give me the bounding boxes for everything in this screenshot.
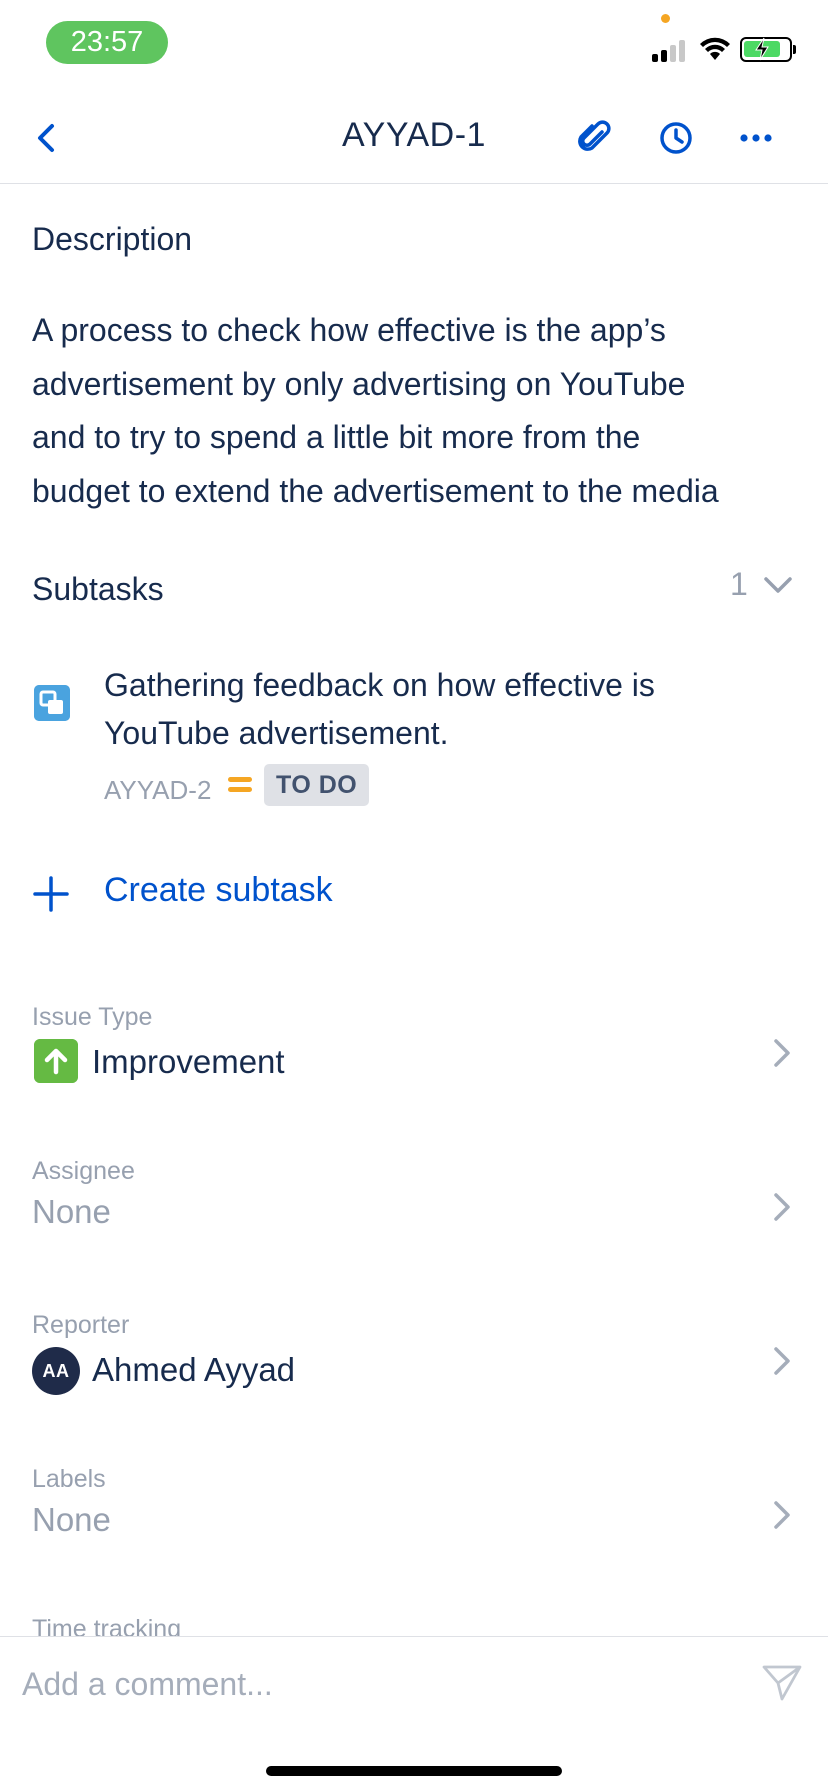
status-bar: 23:57 [0, 0, 828, 92]
wifi-icon [700, 37, 730, 60]
more-options-icon[interactable] [734, 116, 778, 160]
reporter-avatar: AA [32, 1347, 80, 1395]
subtask-status-badge: TO DO [264, 764, 370, 806]
description-text[interactable]: A process to check how effective is the … [32, 304, 802, 518]
reporter-label: Reporter [32, 1311, 130, 1339]
subtask-title: Gathering feedback on how effective is Y… [104, 667, 655, 751]
home-indicator [266, 1766, 562, 1776]
labels-label: Labels [32, 1465, 106, 1493]
subtask-key: AYYAD-2 [104, 775, 212, 805]
subtasks-count: 1 [730, 566, 748, 602]
plus-icon [33, 876, 69, 912]
reporter-value: Ahmed Ayyad [92, 1351, 296, 1388]
status-time: 23:57 [46, 21, 168, 64]
assignee-label: Assignee [32, 1157, 135, 1185]
clock-icon[interactable] [654, 116, 698, 160]
subtask-type-icon [34, 685, 70, 721]
paperclip-icon[interactable] [572, 116, 616, 160]
improvement-arrow-icon [34, 1039, 78, 1083]
issue-type-field[interactable]: Issue Type Improvement [0, 1003, 828, 1133]
chevron-down-icon[interactable] [760, 571, 796, 599]
priority-medium-icon [228, 777, 252, 797]
chevron-right-icon [774, 1501, 790, 1529]
send-icon[interactable] [760, 1659, 804, 1703]
cellular-signal-icon [652, 38, 690, 62]
issue-key-title: AYYAD-1 [342, 116, 486, 154]
reporter-field[interactable]: Reporter AA Ahmed Ayyad [0, 1311, 828, 1441]
description-line: and to try to spend a little bit more fr… [32, 419, 641, 455]
comment-input[interactable] [22, 1659, 722, 1709]
chevron-right-icon [774, 1347, 790, 1375]
description-line: A process to check how effective is the … [32, 312, 666, 348]
issue-type-label: Issue Type [32, 1003, 153, 1031]
issue-type-value: Improvement [92, 1043, 285, 1080]
chevron-right-icon [774, 1193, 790, 1221]
chevron-right-icon [774, 1039, 790, 1067]
labels-field[interactable]: Labels None [0, 1465, 828, 1595]
comment-bar [0, 1636, 828, 1792]
privacy-indicator-dot [661, 14, 670, 23]
create-subtask-label: Create subtask [104, 871, 333, 909]
battery-tip [793, 45, 796, 54]
subtasks-heading: Subtasks [32, 571, 164, 607]
description-line: budget to extend the advertisement to th… [32, 472, 719, 509]
assignee-value: None [32, 1193, 111, 1230]
battery-icon [740, 37, 792, 62]
labels-value: None [32, 1501, 111, 1538]
description-line: advertisement by only advertising on You… [32, 365, 686, 402]
create-subtask-button[interactable]: Create subtask [0, 855, 828, 935]
issue-header: AYYAD-1 [0, 92, 828, 184]
assignee-field[interactable]: Assignee None [0, 1157, 828, 1287]
description-heading: Description [32, 221, 193, 257]
